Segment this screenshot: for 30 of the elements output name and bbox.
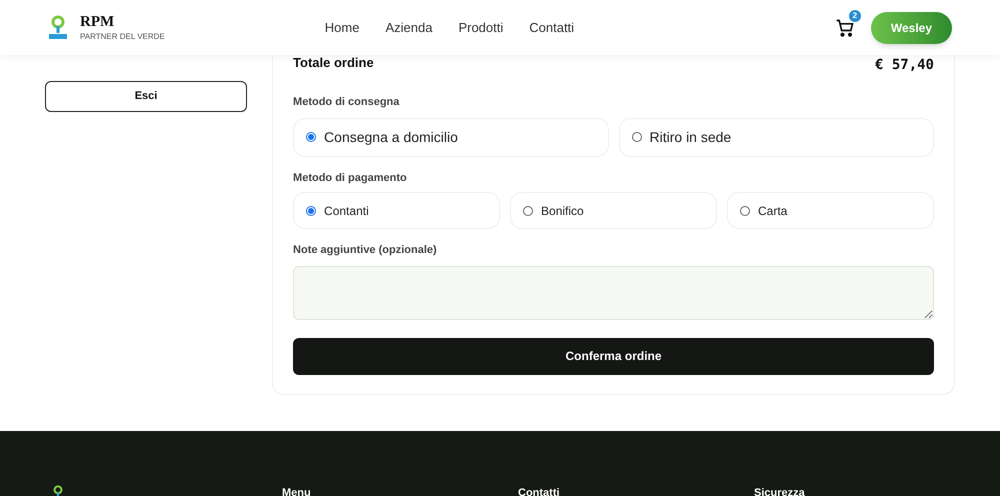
- total-label: Totale ordine: [293, 54, 374, 72]
- nav-link[interactable]: Home: [324, 18, 360, 38]
- logout-button[interactable]: Esci: [45, 81, 248, 112]
- radio-option[interactable]: Contanti: [293, 192, 500, 229]
- brand-tagline: PARTNER DEL VERDE: [80, 32, 165, 42]
- brand-name: RPM: [80, 13, 116, 32]
- total-amount: € 57,40: [874, 56, 934, 75]
- radio-option[interactable]: Carta: [727, 192, 934, 229]
- section-label: Metodo di consegna: [293, 95, 400, 110]
- nav-link[interactable]: Contatti: [529, 18, 574, 38]
- radio-option[interactable]: Bonifico: [510, 192, 718, 229]
- nav-link[interactable]: Prodotti: [458, 18, 504, 38]
- notes-field[interactable]: [293, 266, 934, 320]
- radio-button[interactable]: [306, 132, 316, 142]
- footer-heading: Menu: [282, 486, 312, 496]
- radio-button[interactable]: [632, 132, 642, 142]
- section-label: Note aggiuntive (opzionale): [293, 243, 438, 258]
- radio-button[interactable]: [523, 206, 534, 216]
- nav-link[interactable]: Azienda: [385, 18, 432, 38]
- footer-heading: Contatti: [518, 486, 561, 496]
- footer-heading: Sicurezza: [754, 486, 806, 496]
- radio-option[interactable]: Consegna a domicilio: [293, 118, 609, 156]
- radio-button[interactable]: [740, 206, 750, 216]
- cart-count-badge: 2: [848, 10, 861, 22]
- confirm-order-button[interactable]: Conferma ordine: [293, 338, 934, 374]
- cart-icon[interactable]: [834, 18, 855, 38]
- radio-option[interactable]: Ritiro in sede: [618, 118, 934, 156]
- section-label: Metodo di pagamento: [293, 170, 408, 186]
- logo-icon: [48, 14, 68, 40]
- radio-button[interactable]: [306, 206, 316, 216]
